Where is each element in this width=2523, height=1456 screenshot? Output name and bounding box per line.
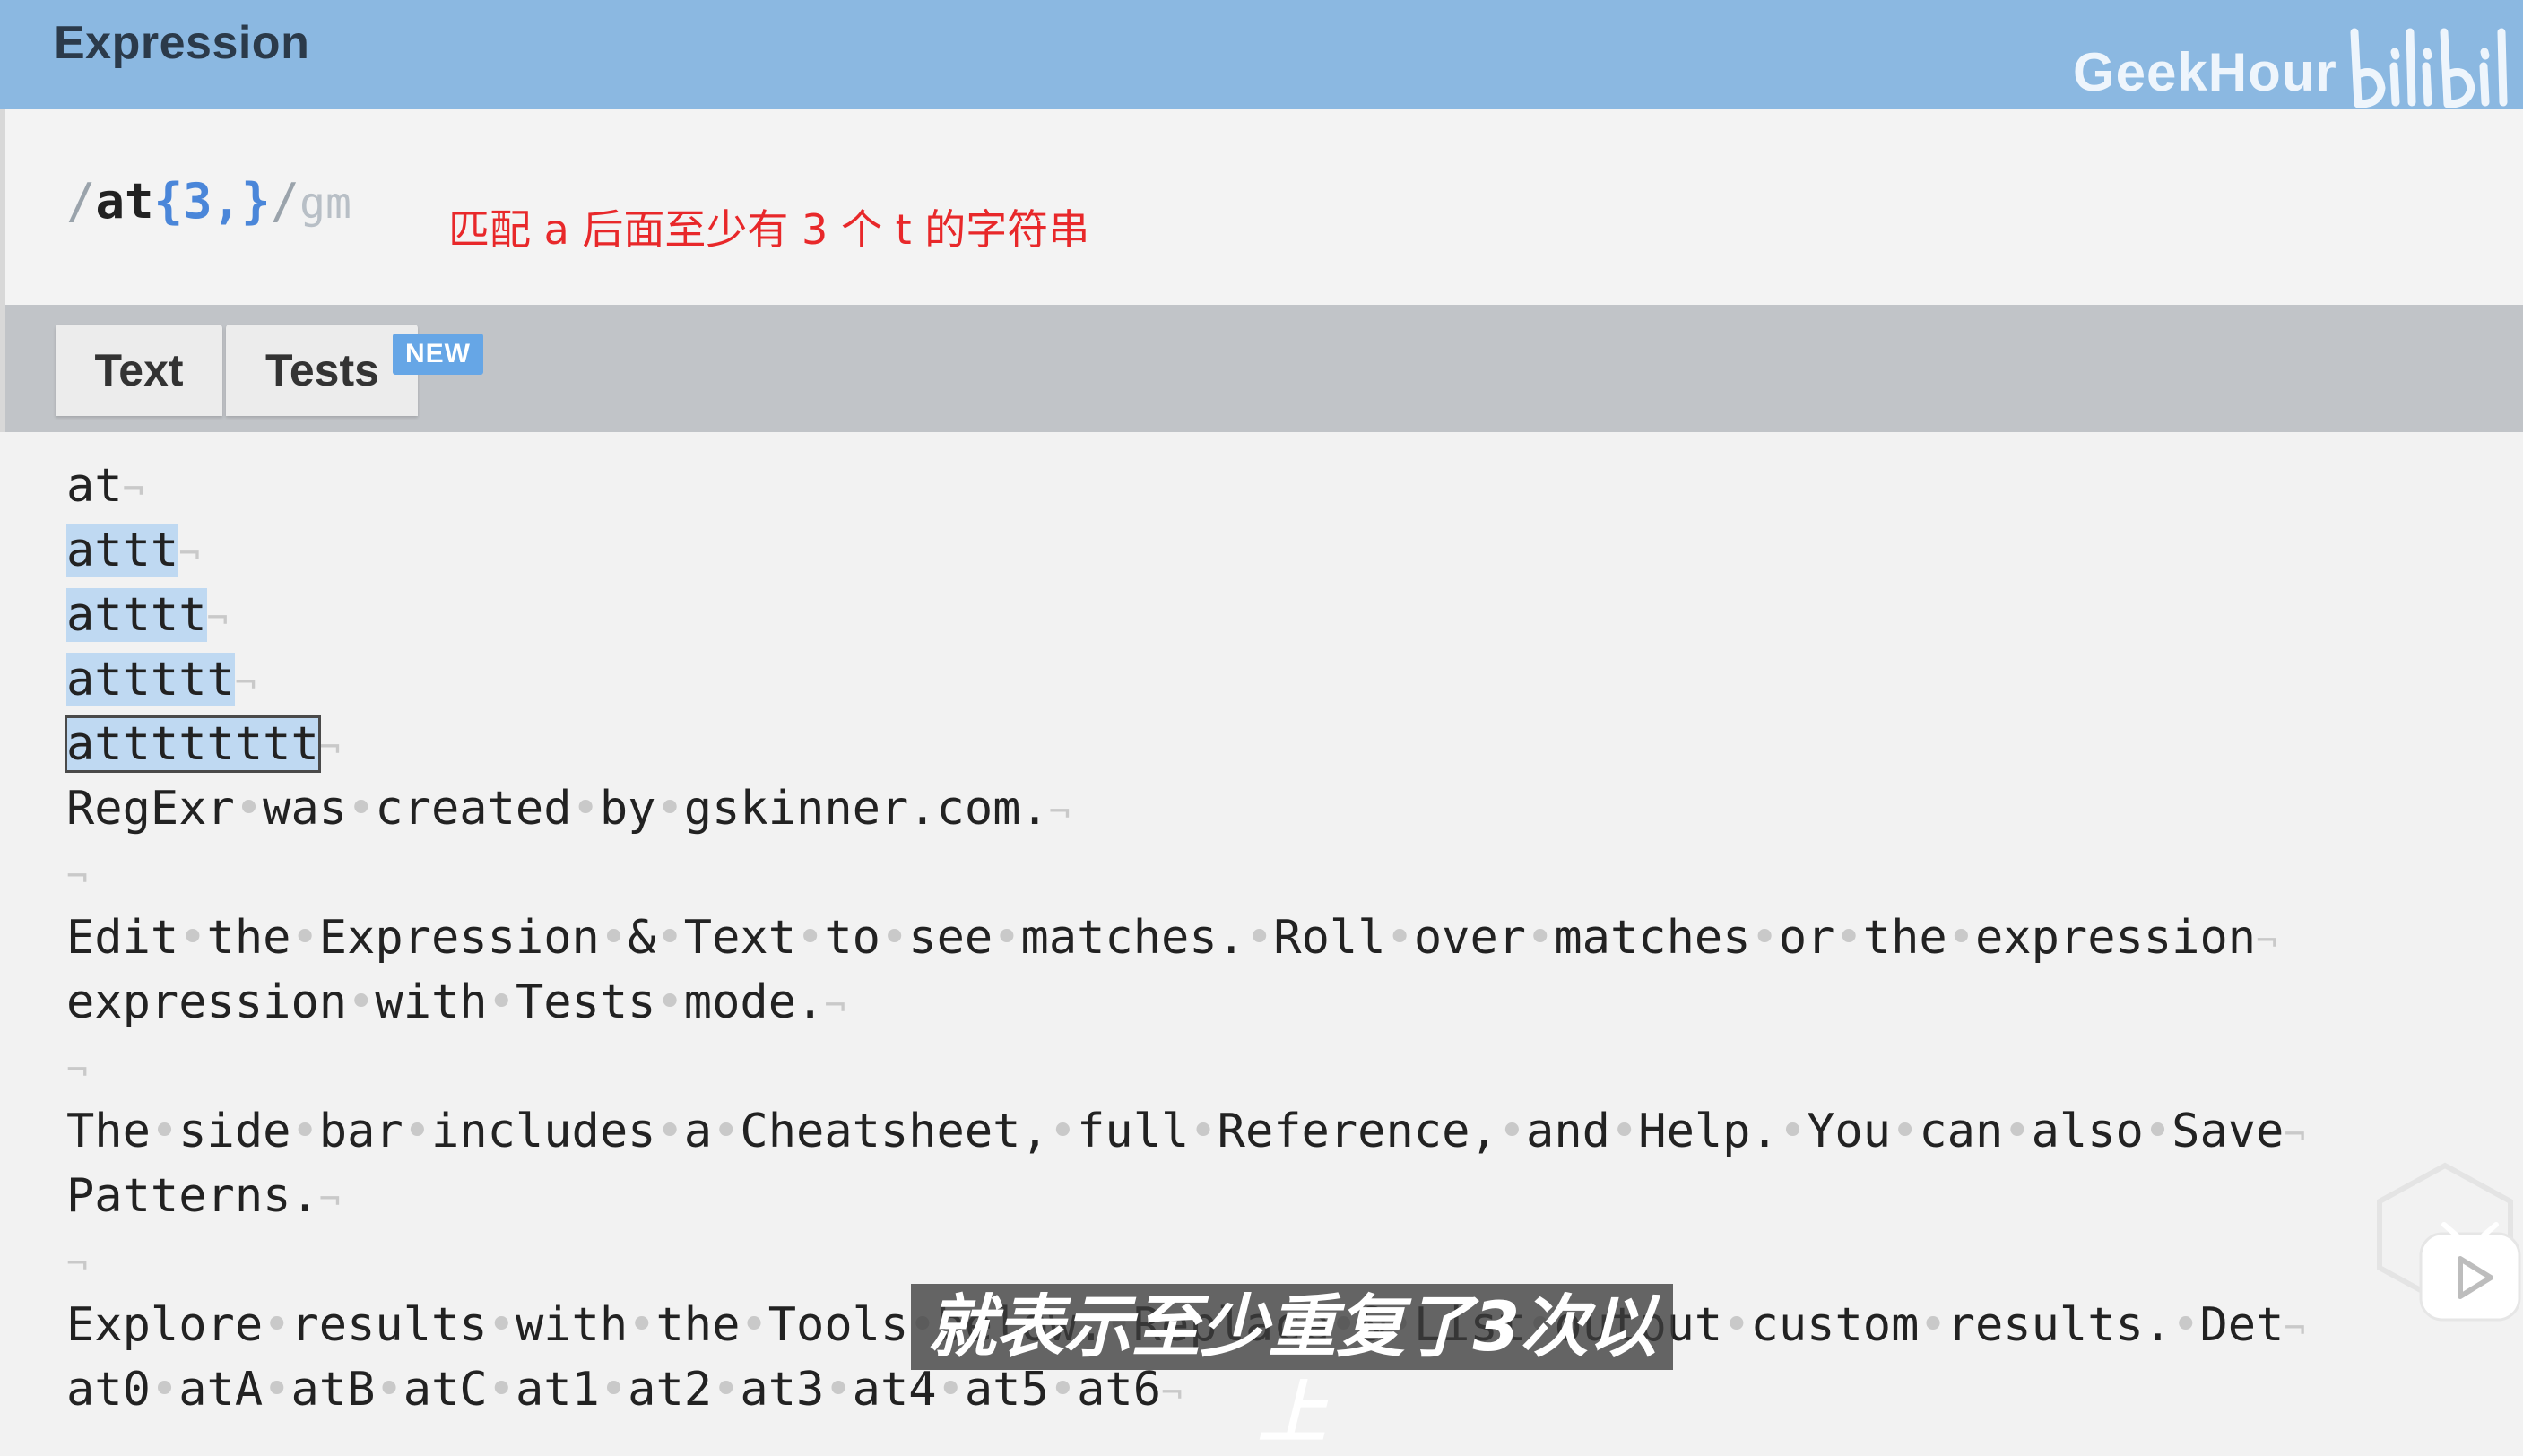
line-end-mark: ¬ (1048, 792, 1071, 833)
editor-line: Patterns.¬ (66, 1164, 341, 1228)
play-icon[interactable] (2417, 1219, 2523, 1325)
editor-line: Edit•the•Expression•&•Text•to•see•matche… (66, 906, 2277, 970)
line-end-mark: ¬ (66, 1244, 89, 1285)
expression-flags[interactable]: gm (299, 178, 351, 229)
tab-bar: Text Tests NEW (0, 305, 2523, 432)
tab-tests-label: Tests (265, 345, 379, 395)
line-end-mark: ¬ (66, 1050, 89, 1091)
line-text: The•side•bar•includes•a•Cheatsheet,•full… (66, 1105, 2285, 1158)
line-end-mark: ¬ (318, 727, 341, 768)
line-text: at (66, 459, 123, 513)
editor-line: expression•with•Tests•mode.¬ (66, 970, 845, 1035)
brand-watermark: GeekHour (2073, 42, 2337, 102)
editor-line: attttt¬ (66, 647, 256, 712)
line-end-mark: ¬ (178, 533, 201, 575)
editor-line: atttt¬ (66, 583, 229, 647)
expression-quantifier: {3,} (153, 173, 271, 230)
match-highlight: attt (66, 524, 179, 577)
new-badge: NEW (393, 334, 483, 375)
line-end-mark: ¬ (234, 663, 256, 704)
editor-line: ¬ (66, 1035, 88, 1099)
line-end-mark: ¬ (2284, 1308, 2306, 1349)
line-end-mark: ¬ (2284, 1114, 2306, 1156)
editor-line: RegExr•was•created•by•gskinner.com.¬ (66, 776, 1071, 841)
editor-line: attt¬ (66, 518, 200, 583)
bilibili-logo-icon (2345, 25, 2523, 119)
expression-close-slash: / (270, 173, 300, 230)
line-end-mark: ¬ (1161, 1373, 1183, 1414)
line-end-mark: ¬ (824, 985, 846, 1027)
line-end-mark: ¬ (206, 598, 229, 639)
line-text: expression•with•Tests•mode. (66, 975, 825, 1029)
line-text: Patterns. (66, 1169, 319, 1223)
editor-line: The•side•bar•includes•a•Cheatsheet,•full… (66, 1099, 2305, 1164)
line-end-mark: ¬ (122, 469, 144, 510)
expression-open-slash: / (66, 173, 96, 230)
expression-literal: at (95, 173, 154, 230)
line-end-mark: ¬ (66, 856, 89, 897)
line-end-mark: ¬ (318, 1179, 341, 1220)
regex-expression-input[interactable]: /at{3,}/gm (66, 178, 351, 226)
line-text: RegExr•was•created•by•gskinner.com. (66, 782, 1049, 836)
line-text: Edit•the•Expression•&•Text•to•see•matche… (66, 911, 2257, 965)
line-text: at0•atA•atB•atC•at1•at2•at3•at4•at5•at6 (66, 1363, 1162, 1417)
tab-text[interactable]: Text (56, 325, 222, 416)
tab-tests[interactable]: Tests (226, 325, 418, 416)
line-end-mark: ¬ (2256, 921, 2278, 962)
editor-line: ¬ (66, 1228, 88, 1293)
editor-line: ¬ (66, 841, 88, 906)
video-subtitle: 就表示至少重复了3次以上 (911, 1284, 1673, 1452)
match-highlight: atttt (66, 588, 207, 642)
header-title: Expression (54, 17, 310, 69)
annotation-text: 匹配 a 后面至少有 3 个 t 的字符串 (448, 205, 1090, 254)
expression-row: /at{3,}/gm 匹配 a 后面至少有 3 个 t 的字符串 (0, 109, 2523, 305)
expression-header: Expression GeekHour (0, 0, 2523, 109)
editor-line: at¬ (66, 454, 144, 518)
editor-line: atttttttt¬ (65, 712, 341, 776)
match-highlight: attttt (66, 653, 235, 706)
match-highlight: atttttttt (65, 715, 321, 773)
text-editor[interactable]: at¬ attt¬ atttt¬ attttt¬ atttttttt¬ RegExr•wa… (0, 432, 2523, 1433)
